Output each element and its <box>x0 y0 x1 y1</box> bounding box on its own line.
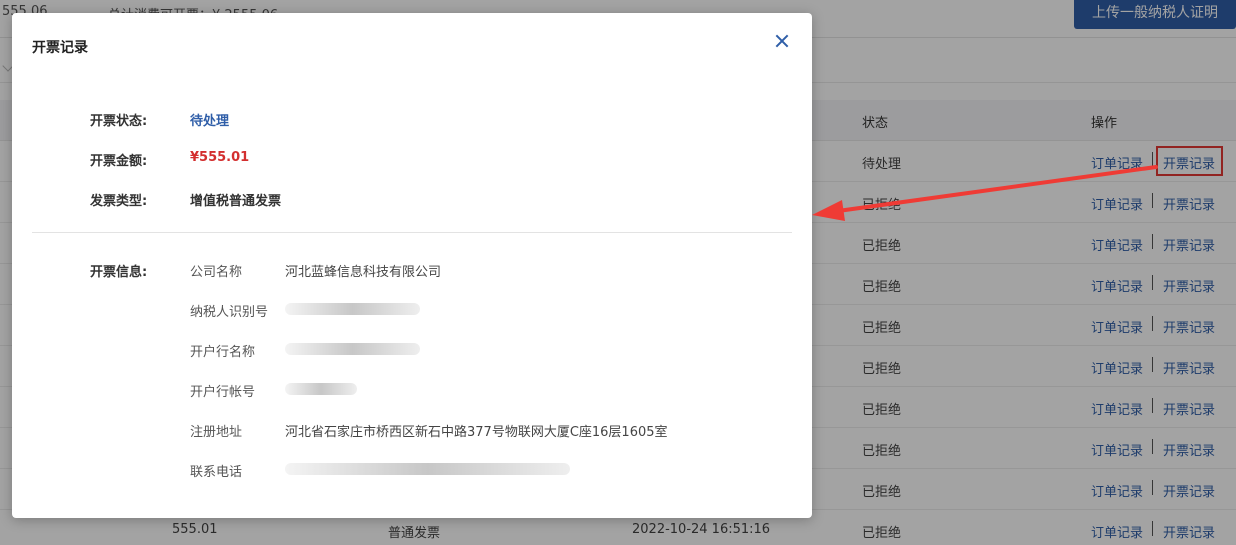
amount-value: ¥555.01 <box>190 150 250 165</box>
phone-key: 联系电话 <box>190 465 243 480</box>
close-icon[interactable] <box>770 29 794 53</box>
company-name-key: 公司名称 <box>190 265 243 280</box>
invoice-type-value: 增值税普通发票 <box>190 194 282 209</box>
registered-address-key: 注册地址 <box>190 425 243 440</box>
redacted-tax-id <box>285 303 420 315</box>
redacted-bank-name <box>285 343 420 355</box>
divider <box>32 232 792 233</box>
invoice-type-label: 发票类型: <box>90 194 148 209</box>
bank-account-key: 开户行帐号 <box>190 385 256 400</box>
amount-label: 开票金额: <box>90 154 148 169</box>
status-value: 待处理 <box>190 114 230 129</box>
redacted-phone <box>285 463 570 475</box>
invoice-info-label: 开票信息: <box>90 265 148 280</box>
dialog-title: 开票记录 <box>32 40 88 56</box>
tax-id-key: 纳税人识别号 <box>190 305 269 320</box>
company-name-value: 河北蓝蜂信息科技有限公司 <box>285 265 442 280</box>
status-label: 开票状态: <box>90 114 148 129</box>
invoice-record-dialog: 开票记录 开票状态: 待处理 开票金额: ¥555.01 发票类型: 增值税普通… <box>12 13 812 518</box>
registered-address-value: 河北省石家庄市桥西区新石中路377号物联网大厦C座16层1605室 <box>285 425 668 440</box>
redacted-bank-account <box>285 383 357 395</box>
bank-name-key: 开户行名称 <box>190 345 256 360</box>
